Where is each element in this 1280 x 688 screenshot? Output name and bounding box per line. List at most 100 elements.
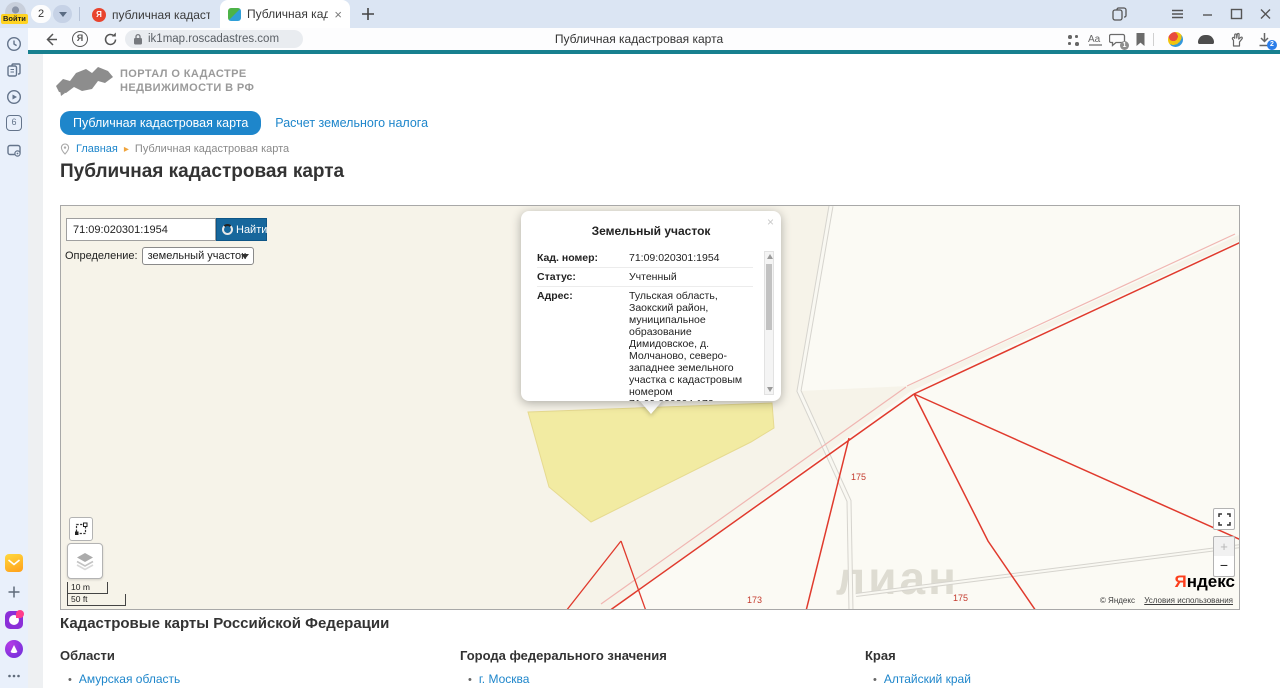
object-type-select[interactable]: земельный участок bbox=[141, 247, 254, 265]
layers-button[interactable] bbox=[67, 543, 103, 579]
site-favicon-icon bbox=[228, 7, 241, 21]
yandex-logo-first: Я bbox=[1174, 572, 1187, 591]
tab-group-badge[interactable]: 6 bbox=[6, 115, 22, 131]
fullscreen-button[interactable] bbox=[1213, 508, 1235, 530]
page-left-gutter bbox=[28, 54, 43, 688]
lock-icon bbox=[134, 33, 142, 45]
nav-cadastral-map-button[interactable]: Публичная кадастровая карта bbox=[60, 111, 262, 135]
browser-sidebar: 6 bbox=[0, 28, 28, 688]
footer-link[interactable]: г. Москва bbox=[460, 672, 667, 686]
music-app-icon[interactable] bbox=[5, 610, 24, 629]
url-text: ik1map.roscadastres.com bbox=[148, 33, 280, 45]
table-row: Адрес: Тульская область, Заокский район,… bbox=[537, 286, 753, 401]
add-icon[interactable] bbox=[6, 584, 22, 600]
footer-col-title: Области bbox=[60, 648, 115, 663]
tab-cadastral-map-active[interactable]: Публичная кадастров bbox=[220, 0, 350, 28]
footer-col-cities: Города федерального значения г. Москва bbox=[460, 648, 667, 686]
measure-area-button[interactable] bbox=[69, 517, 93, 541]
table-row: Статус: Учтенный bbox=[537, 267, 753, 286]
reader-mode-icon[interactable]: Aa bbox=[1087, 31, 1104, 48]
alice-dome-icon[interactable] bbox=[1198, 35, 1214, 44]
row-value: 71:09:020301:1954 bbox=[629, 252, 720, 264]
map-watermark: лиан bbox=[836, 552, 959, 604]
parcel-label: 175 bbox=[851, 472, 866, 482]
more-dots-icon[interactable] bbox=[6, 668, 22, 684]
logo-line2: НЕДВИЖИМОСТИ В РФ bbox=[120, 82, 255, 94]
popup-tail bbox=[638, 399, 664, 414]
screenshot-icon[interactable] bbox=[6, 142, 22, 158]
bookmark-icon[interactable] bbox=[1132, 31, 1149, 48]
extensions-ball-icon[interactable] bbox=[1168, 32, 1183, 47]
download-badge: 2 bbox=[1267, 40, 1277, 50]
nav-land-tax-link[interactable]: Расчет земельного налога bbox=[275, 116, 428, 130]
popup-table: Кад. номер: 71:09:020301:1954 Статус: Уч… bbox=[537, 249, 753, 401]
copyright-text: © Яндекс bbox=[1099, 596, 1135, 605]
minimize-icon[interactable] bbox=[1200, 7, 1215, 21]
tab-list-chevron-icon[interactable] bbox=[53, 5, 72, 23]
footer-col-oblasti: Области Амурская область bbox=[60, 648, 180, 686]
cadastral-map[interactable]: лиан 175 173 175 Най bbox=[60, 205, 1240, 610]
history-clock-icon[interactable] bbox=[6, 36, 22, 52]
map-attribution: © Яндекс Условия использования bbox=[1100, 596, 1233, 605]
footer-link[interactable]: Амурская область bbox=[60, 672, 180, 686]
hand-icon[interactable] bbox=[1228, 31, 1245, 48]
search-input[interactable] bbox=[66, 218, 216, 241]
row-value: Учтенный bbox=[629, 271, 677, 283]
zoom-in-button[interactable]: + bbox=[1213, 536, 1235, 557]
toolbar-separator bbox=[1153, 33, 1154, 46]
chat-icon[interactable]: 1 bbox=[1108, 31, 1129, 50]
new-tab-button[interactable] bbox=[358, 4, 378, 24]
row-label: Статус: bbox=[537, 271, 576, 283]
back-icon[interactable] bbox=[42, 31, 59, 48]
close-window-icon[interactable] bbox=[1258, 7, 1273, 21]
logo-line1: ПОРТАЛ О КАДАСТРЕ bbox=[120, 68, 247, 80]
breadcrumb-arrow-icon: ▸ bbox=[123, 143, 129, 155]
tab-title: публичная кадастровая bbox=[112, 8, 210, 22]
download-icon[interactable]: 2 bbox=[1256, 31, 1277, 50]
map-scale: 10 m 50 ft bbox=[67, 582, 126, 606]
tab-title: Публичная кадастров bbox=[247, 7, 329, 21]
yandex-logo[interactable]: Яндекс bbox=[1175, 572, 1235, 592]
scroll-up-icon[interactable] bbox=[766, 254, 773, 259]
tab-separator bbox=[79, 7, 80, 21]
close-popup-icon[interactable] bbox=[767, 215, 774, 229]
menu-icon[interactable] bbox=[1170, 7, 1185, 21]
breadcrumb-home-link[interactable]: Главная bbox=[76, 143, 118, 155]
refresh-icon[interactable] bbox=[102, 31, 119, 48]
yandex-services-icon[interactable] bbox=[72, 31, 88, 47]
footer-col-kraya: Края Алтайский край bbox=[865, 648, 971, 686]
close-tab-icon[interactable] bbox=[334, 8, 342, 21]
scrollbar-thumb[interactable] bbox=[766, 264, 772, 330]
scale-metric: 10 m bbox=[68, 582, 108, 594]
parcel-info-popup: Земельный участок Кад. номер: 71:09:0203… bbox=[521, 211, 781, 401]
yandex-favicon-icon bbox=[92, 8, 106, 22]
web-page: ПОРТАЛ О КАДАСТРЕ НЕДВИЖИМОСТИ В РФ Публ… bbox=[28, 54, 1280, 688]
row-label: Кад. номер: bbox=[537, 252, 599, 264]
tab-panels-icon[interactable] bbox=[1112, 7, 1127, 21]
terms-link[interactable]: Условия использования bbox=[1144, 596, 1233, 605]
login-badge[interactable]: Войти bbox=[1, 14, 28, 24]
play-icon[interactable] bbox=[6, 89, 22, 105]
popup-scrollbar[interactable] bbox=[764, 251, 774, 395]
address-bar[interactable]: ik1map.roscadastres.com bbox=[125, 30, 303, 48]
russia-map-logo-icon[interactable] bbox=[54, 60, 116, 104]
scroll-down-icon[interactable] bbox=[766, 387, 773, 392]
row-label: Адрес: bbox=[537, 290, 573, 302]
maximize-icon[interactable] bbox=[1229, 7, 1244, 21]
logo-text[interactable]: ПОРТАЛ О КАДАСТРЕ НЕДВИЖИМОСТИ В РФ bbox=[120, 67, 254, 95]
alice-icon[interactable] bbox=[5, 640, 23, 658]
chat-badge: 1 bbox=[1120, 41, 1129, 50]
search-button-label: Найти bbox=[236, 223, 268, 236]
dots-grid-icon[interactable] bbox=[1066, 33, 1080, 47]
browser-toolbar: ik1map.roscadastres.com Публичная кадаст… bbox=[28, 28, 1280, 50]
footer-link[interactable]: Алтайский край bbox=[865, 672, 971, 686]
mail-icon[interactable] bbox=[5, 554, 23, 572]
pin-icon bbox=[60, 143, 70, 155]
scale-imperial: 50 ft bbox=[68, 594, 126, 606]
svg-text:Aa: Aa bbox=[1088, 34, 1101, 45]
panels-icon[interactable] bbox=[6, 62, 22, 78]
footer-col-title: Города федерального значения bbox=[460, 648, 667, 663]
tab-search-results[interactable]: публичная кадастровая bbox=[84, 3, 218, 27]
tab-counter[interactable]: 2 bbox=[31, 5, 51, 23]
search-button[interactable]: Найти bbox=[216, 218, 267, 241]
